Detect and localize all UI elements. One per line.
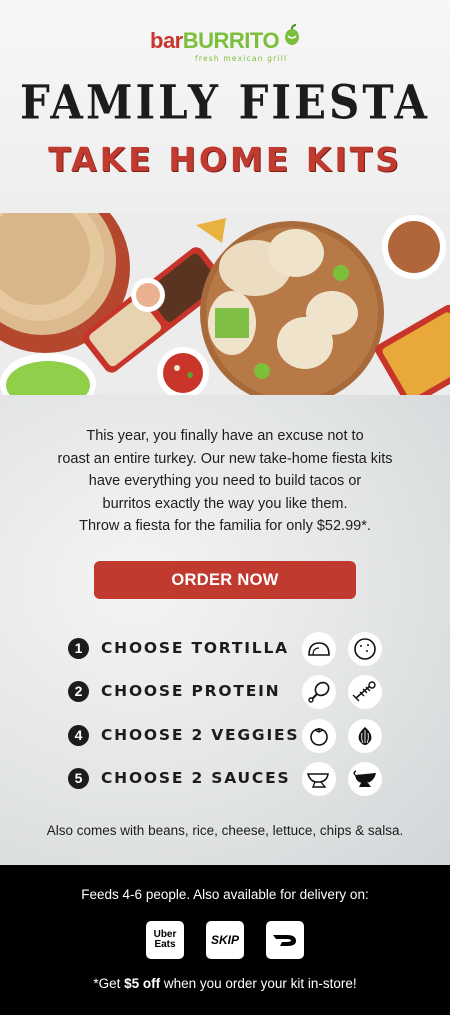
- step-number: 1: [68, 638, 89, 659]
- food-spread-image: [0, 213, 450, 395]
- step-choose-sauces: 5 CHOOSE 2 SAUCES: [68, 762, 388, 798]
- step-number: 2: [68, 681, 89, 702]
- feeds-text: Feeds 4-6 people. Also available for del…: [81, 887, 369, 902]
- order-now-button[interactable]: ORDER NOW: [94, 561, 356, 599]
- page-title: FAMILY FIESTA: [20, 75, 430, 130]
- step-label: CHOOSE TORTILLA: [101, 639, 289, 657]
- doordash-icon: [273, 935, 296, 946]
- skip-the-dishes-button[interactable]: SKIP: [206, 921, 244, 959]
- step-choose-protein: 2 CHOOSE PROTEIN: [68, 675, 388, 711]
- intro-line: roast an entire turkey. Our new take-hom…: [57, 450, 393, 467]
- intro-line: This year, you finally have an excuse no…: [86, 428, 364, 444]
- tomato-icon: [302, 719, 336, 753]
- pepper-icon: [285, 24, 299, 45]
- fish-icon: [348, 675, 382, 709]
- page-subtitle: TAKE HOME KITS: [48, 140, 402, 179]
- coupon-text: *Get $5 off when you order your kit in-s…: [93, 976, 357, 991]
- header: barBURRITO fresh mexican grill FAMILY FI…: [0, 0, 450, 213]
- logo-text-bar: bar: [150, 28, 183, 53]
- step-label: CHOOSE 2 SAUCES: [101, 769, 291, 787]
- intro-text: This year, you finally have an excuse no…: [30, 425, 420, 538]
- skip-icon: SKIP: [210, 933, 239, 947]
- brand-logo[interactable]: barBURRITO fresh mexican grill: [150, 22, 300, 67]
- intro-line: have everything you need to build tacos …: [88, 473, 362, 489]
- food-illustration: [0, 213, 450, 395]
- logo-tagline: fresh mexican grill: [195, 54, 288, 63]
- sauce-boat-icon: [302, 762, 336, 796]
- step-number: 5: [68, 768, 89, 789]
- gravy-boat-icon: [348, 762, 382, 796]
- coupon-amount: $5 off: [124, 976, 161, 991]
- footer: Feeds 4-6 people. Also available for del…: [0, 865, 450, 1015]
- step-choose-tortilla: 1 CHOOSE TORTILLA: [68, 632, 388, 668]
- logo-text-burrito: BURRITO: [182, 28, 280, 53]
- email-page: barBURRITO fresh mexican grill FAMILY FI…: [0, 0, 450, 1015]
- step-choose-veggies: 4 CHOOSE 2 VEGGIES: [68, 719, 388, 755]
- uber-eats-button[interactable]: Uber Eats: [146, 921, 184, 959]
- step-number: 4: [68, 725, 89, 746]
- intro-line: Throw a fiesta for the familia for only …: [79, 518, 371, 534]
- also-includes-text: Also comes with beans, rice, cheese, let…: [46, 823, 404, 838]
- step-label: CHOOSE PROTEIN: [101, 682, 281, 700]
- onion-icon: [348, 719, 382, 753]
- doordash-button[interactable]: [266, 921, 304, 959]
- taco-shell-icon: [302, 632, 336, 666]
- tortilla-icon: [348, 632, 382, 666]
- intro-line: burritos exactly the way you like them.: [102, 495, 348, 512]
- step-label: CHOOSE 2 VEGGIES: [101, 726, 300, 744]
- chicken-leg-icon: [302, 675, 336, 709]
- content-section: This year, you finally have an excuse no…: [0, 395, 450, 865]
